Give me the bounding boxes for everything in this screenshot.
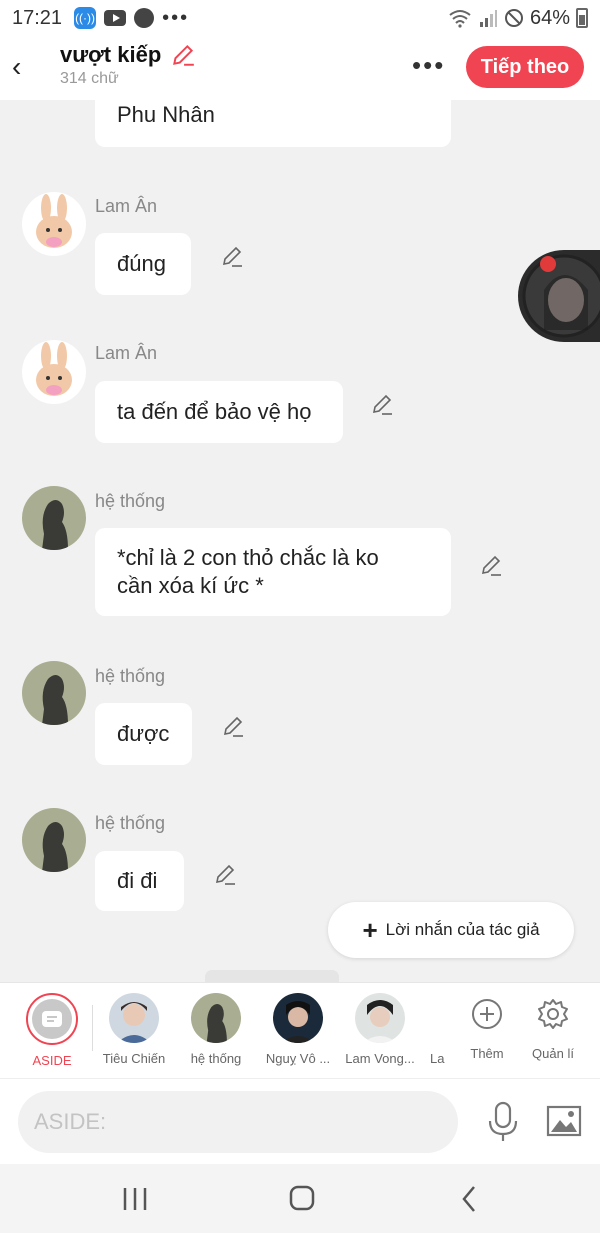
recent-apps-icon[interactable] — [115, 1182, 155, 1216]
status-right: 64% — [448, 7, 588, 30]
plus-icon: + — [362, 914, 378, 945]
home-icon[interactable] — [282, 1182, 322, 1216]
image-icon[interactable] — [546, 1103, 582, 1139]
back-icon[interactable]: ‹ — [12, 52, 42, 82]
more-notifications-icon: ••• — [162, 6, 190, 29]
avatar — [355, 993, 405, 1043]
status-time: 17:21 — [12, 6, 63, 29]
message-bubble[interactable]: được — [95, 703, 192, 765]
title-block: vượt kiếp 314 chữ — [60, 42, 196, 88]
edit-pencil-icon[interactable] — [479, 553, 503, 577]
rabbit-avatar-icon — [22, 340, 86, 404]
character-lam-vong[interactable]: Lam Vong... — [340, 993, 420, 1066]
avatar[interactable] — [22, 808, 86, 872]
person-avatar-icon — [273, 993, 323, 1043]
character-he-thong[interactable]: hệ thống — [176, 993, 256, 1066]
person-avatar-icon — [355, 993, 405, 1043]
message-bubble[interactable]: đúng — [95, 233, 191, 295]
manage-button[interactable]: Quản lí — [518, 997, 588, 1061]
status-bar: 17:21 ((·)) ••• 64% — [0, 0, 600, 36]
next-button[interactable]: Tiếp theo — [466, 46, 584, 88]
silhouette-avatar-icon — [22, 661, 86, 725]
character-label: ASIDE — [32, 1053, 72, 1068]
edit-pencil-icon[interactable] — [220, 244, 244, 268]
character-label: Lam Vong... — [345, 1051, 415, 1066]
silhouette-avatar-icon — [22, 486, 86, 550]
avatar[interactable] — [22, 192, 86, 256]
edit-title-icon[interactable] — [170, 42, 196, 68]
avatar[interactable] — [22, 340, 86, 404]
message-bubble[interactable]: đi đi — [95, 851, 184, 911]
character-aside[interactable]: ASIDE — [12, 993, 92, 1068]
battery-percent: 64% — [529, 6, 570, 29]
sender-name: hệ thống — [95, 666, 166, 686]
author-note-label: Lời nhắn của tác giả — [385, 920, 540, 939]
character-bar: ASIDE Tiêu Chiến hệ thống Nguỵ Vô ... La… — [0, 982, 600, 1078]
nav-back-icon[interactable] — [450, 1182, 490, 1216]
mic-icon[interactable] — [486, 1101, 520, 1143]
character-partial[interactable]: La — [422, 993, 452, 1066]
divider — [92, 1005, 93, 1051]
message-bubble[interactable]: ta đến để bảo vệ họ — [95, 381, 343, 443]
add-icon — [472, 999, 502, 1029]
message-text-line: cần xóa kí ức * — [117, 573, 264, 598]
avatar[interactable] — [22, 486, 86, 550]
battery-icon — [576, 8, 588, 28]
aside-icon — [42, 1011, 62, 1027]
character-label: Nguỵ Vô ... — [265, 1051, 331, 1066]
manage-label: Quản lí — [532, 1046, 574, 1061]
rabbit-avatar-icon — [22, 192, 86, 256]
sender-name: hệ thống — [95, 491, 166, 511]
more-icon[interactable]: ••• — [412, 50, 445, 81]
message-text: ta đến để bảo vệ họ — [117, 399, 312, 424]
edit-pencil-icon[interactable] — [213, 862, 237, 886]
signal-icon — [479, 10, 497, 27]
chat-head-avatar-icon — [518, 250, 600, 342]
message-text: Phu Nhân — [117, 102, 215, 127]
message-bubble[interactable]: Phu Nhân — [95, 100, 451, 147]
message-text-line: *chỉ là 2 con thỏ chắc là ko — [117, 545, 379, 570]
aside-avatar — [26, 993, 78, 1045]
do-not-disturb-icon — [504, 9, 523, 27]
notification-app-icon: ((·)) — [74, 7, 97, 29]
system-nav-bar — [0, 1164, 600, 1233]
avatar — [109, 993, 159, 1043]
author-note-button[interactable]: + Lời nhắn của tác giả — [328, 902, 574, 958]
character-label: Tiêu Chiến — [102, 1051, 166, 1066]
person-avatar-icon — [109, 993, 159, 1043]
gear-icon — [538, 999, 568, 1029]
avatar — [191, 993, 241, 1043]
add-label: Thêm — [470, 1046, 504, 1061]
add-character-button[interactable]: Thêm — [452, 997, 522, 1061]
wifi-icon — [449, 10, 471, 28]
character-label: hệ thống — [190, 1051, 242, 1066]
message-input[interactable] — [18, 1091, 458, 1153]
silhouette-avatar-icon — [22, 808, 86, 872]
message-text: đi đi — [117, 868, 158, 893]
youtube-icon — [104, 10, 127, 26]
chat-header: ‹ vượt kiếp 314 chữ ••• Tiếp theo — [0, 36, 600, 100]
avatar[interactable] — [22, 661, 86, 725]
messenger-icon — [134, 8, 155, 28]
chat-area[interactable]: Phu Nhân Lam Ân đúng Lam Ân ta đến để bả… — [0, 100, 600, 982]
character-label: La — [430, 1051, 445, 1066]
message-bubble[interactable]: *chỉ là 2 con thỏ chắc là ko cần xóa kí … — [95, 528, 451, 616]
edit-pencil-icon[interactable] — [370, 392, 394, 416]
message-text: đúng — [117, 251, 166, 276]
silhouette-avatar-icon — [191, 993, 241, 1043]
floating-chat-head[interactable] — [518, 250, 600, 342]
word-count: 314 chữ — [60, 70, 119, 87]
sender-name: Lam Ân — [95, 196, 158, 216]
sender-name: hệ thống — [95, 813, 166, 833]
sender-name: Lam Ân — [95, 343, 158, 363]
character-tieu-chien[interactable]: Tiêu Chiến — [94, 993, 174, 1066]
avatar — [273, 993, 323, 1043]
message-text: được — [117, 721, 170, 746]
edit-pencil-icon[interactable] — [221, 714, 245, 738]
character-nguy-vo[interactable]: Nguỵ Vô ... — [258, 993, 338, 1066]
composer — [0, 1078, 600, 1164]
story-title: vượt kiếp — [60, 42, 162, 67]
